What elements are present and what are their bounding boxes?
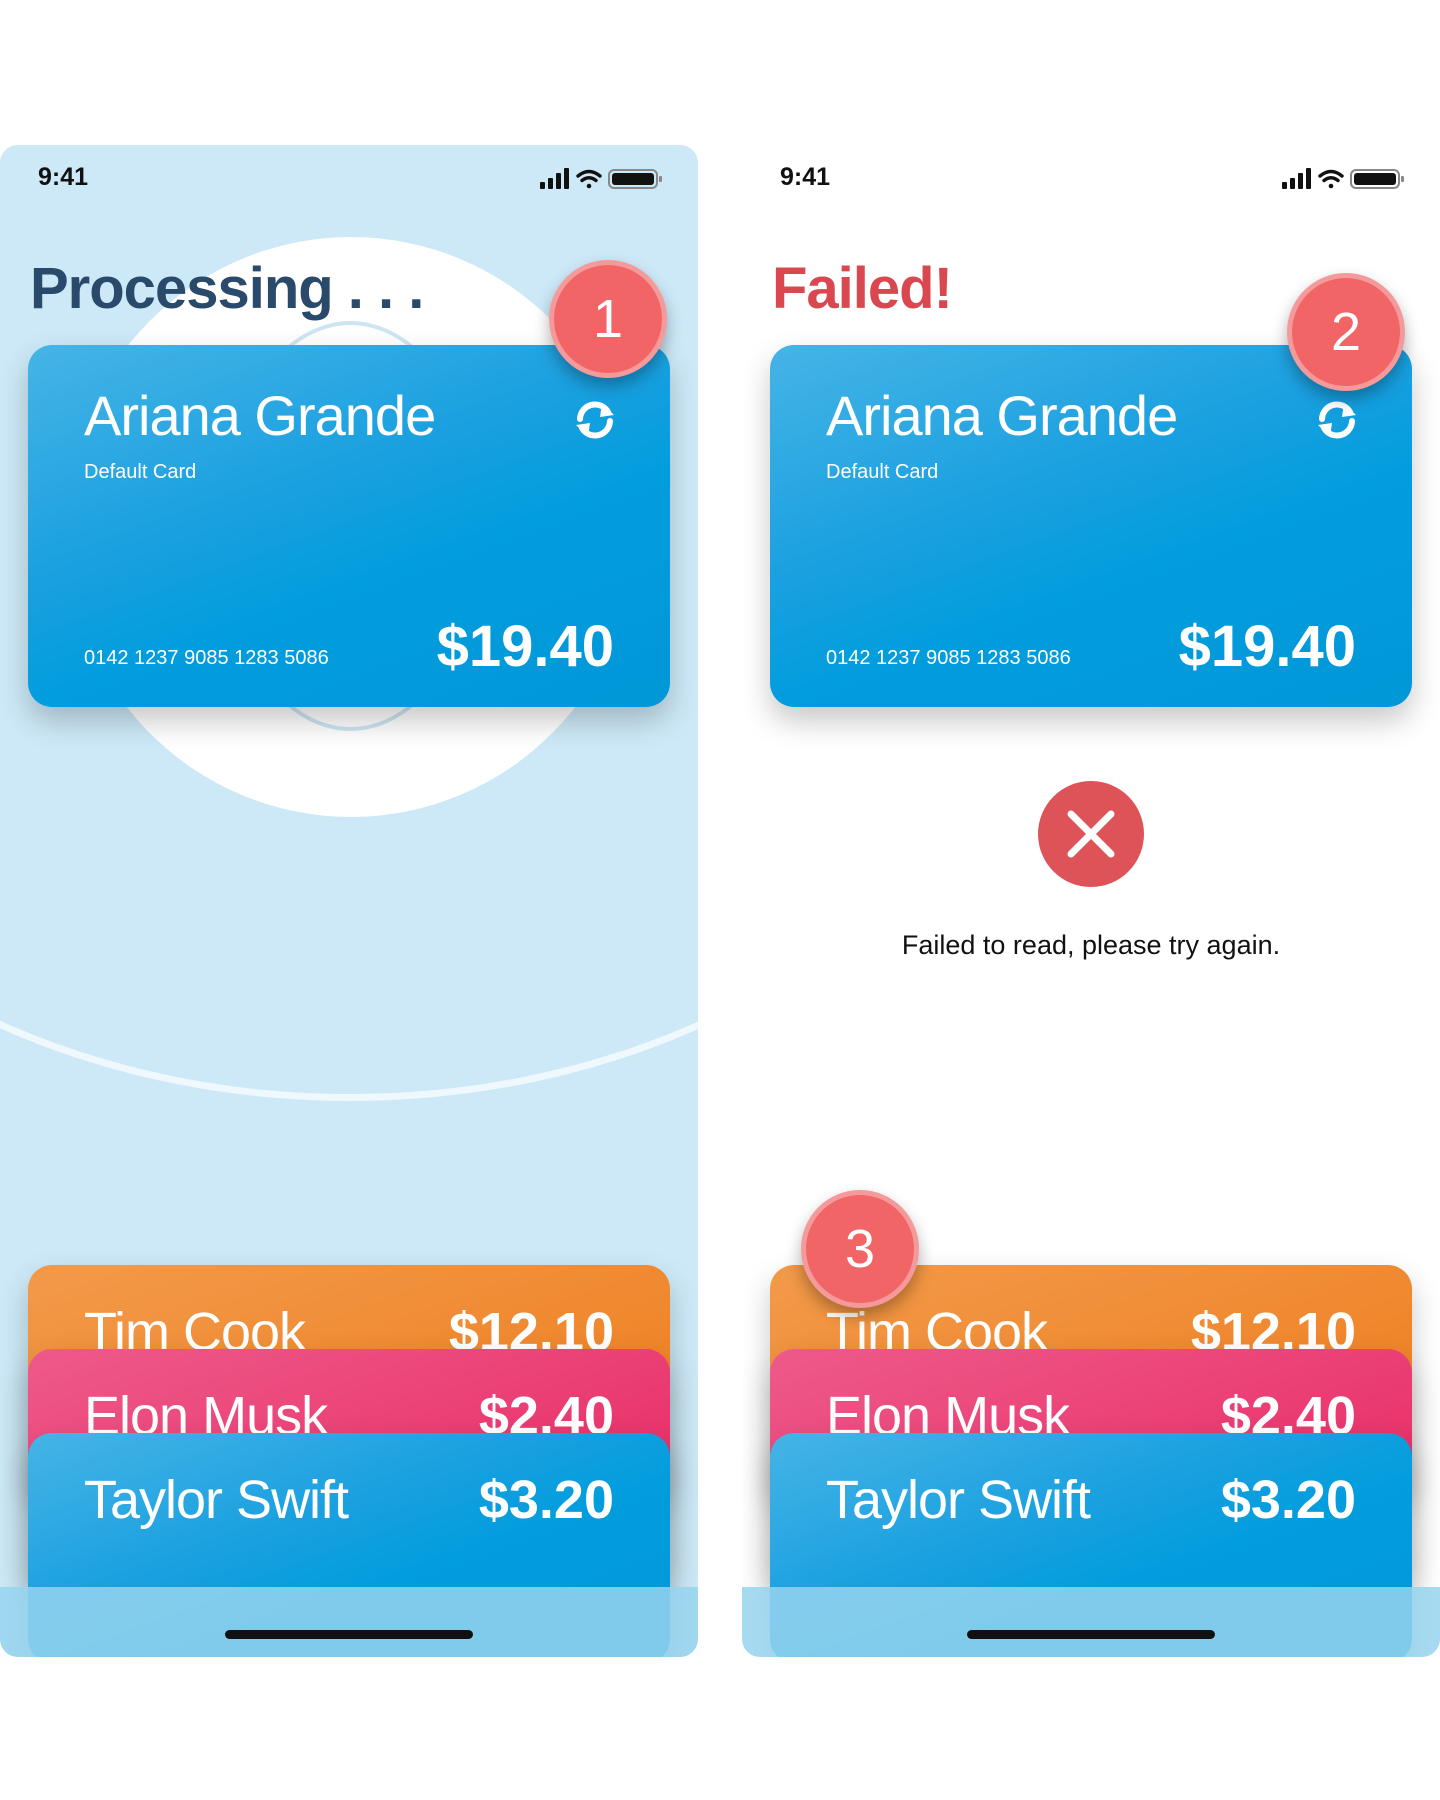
stack-card-amount: $3.20 [1220, 1470, 1356, 1530]
default-card[interactable]: Ariana Grande Default Card 0142 1237 908… [28, 345, 670, 707]
step-badge-2: 2 [1287, 273, 1405, 391]
card-number: 0142 1237 9085 1283 5086 [826, 647, 1071, 669]
home-bar-area [0, 1587, 698, 1657]
card-subtitle: Default Card [84, 461, 197, 483]
refresh-icon[interactable] [572, 397, 618, 443]
page-title: Processing . . . [30, 256, 424, 321]
wifi-icon [576, 169, 602, 189]
default-card[interactable]: Ariana Grande Default Card 0142 1237 908… [770, 345, 1412, 707]
status-time: 9:41 [38, 163, 89, 191]
page-title: Failed! [772, 256, 953, 321]
card-number: 0142 1237 9085 1283 5086 [84, 647, 329, 669]
card-amount: $19.40 [436, 614, 614, 679]
step-badge-1: 1 [549, 260, 667, 378]
error-message: Failed to read, please try again. [901, 930, 1281, 960]
battery-icon [608, 169, 662, 189]
signal-icon [540, 168, 569, 189]
card-holder-name: Ariana Grande [84, 384, 436, 447]
stack-card-name: Taylor Swift [826, 1470, 1091, 1530]
step-badge-3: 3 [801, 1190, 919, 1308]
home-bar-area [742, 1587, 1440, 1657]
refresh-icon[interactable] [1314, 397, 1360, 443]
signal-icon [1282, 168, 1311, 189]
wifi-icon [1318, 169, 1344, 189]
status-icons [540, 167, 664, 196]
card-holder-name: Ariana Grande [826, 384, 1178, 447]
home-indicator[interactable] [967, 1630, 1215, 1639]
battery-icon [1350, 169, 1404, 189]
status-icons [1282, 167, 1406, 196]
error-circle [1038, 781, 1144, 887]
card-amount: $19.40 [1178, 614, 1356, 679]
stack-card-amount: $3.20 [478, 1470, 614, 1530]
stack-card-name: Taylor Swift [84, 1470, 349, 1530]
card-subtitle: Default Card [826, 461, 939, 483]
home-indicator[interactable] [225, 1630, 473, 1639]
status-time: 9:41 [780, 163, 831, 191]
close-x-icon [1067, 810, 1115, 858]
